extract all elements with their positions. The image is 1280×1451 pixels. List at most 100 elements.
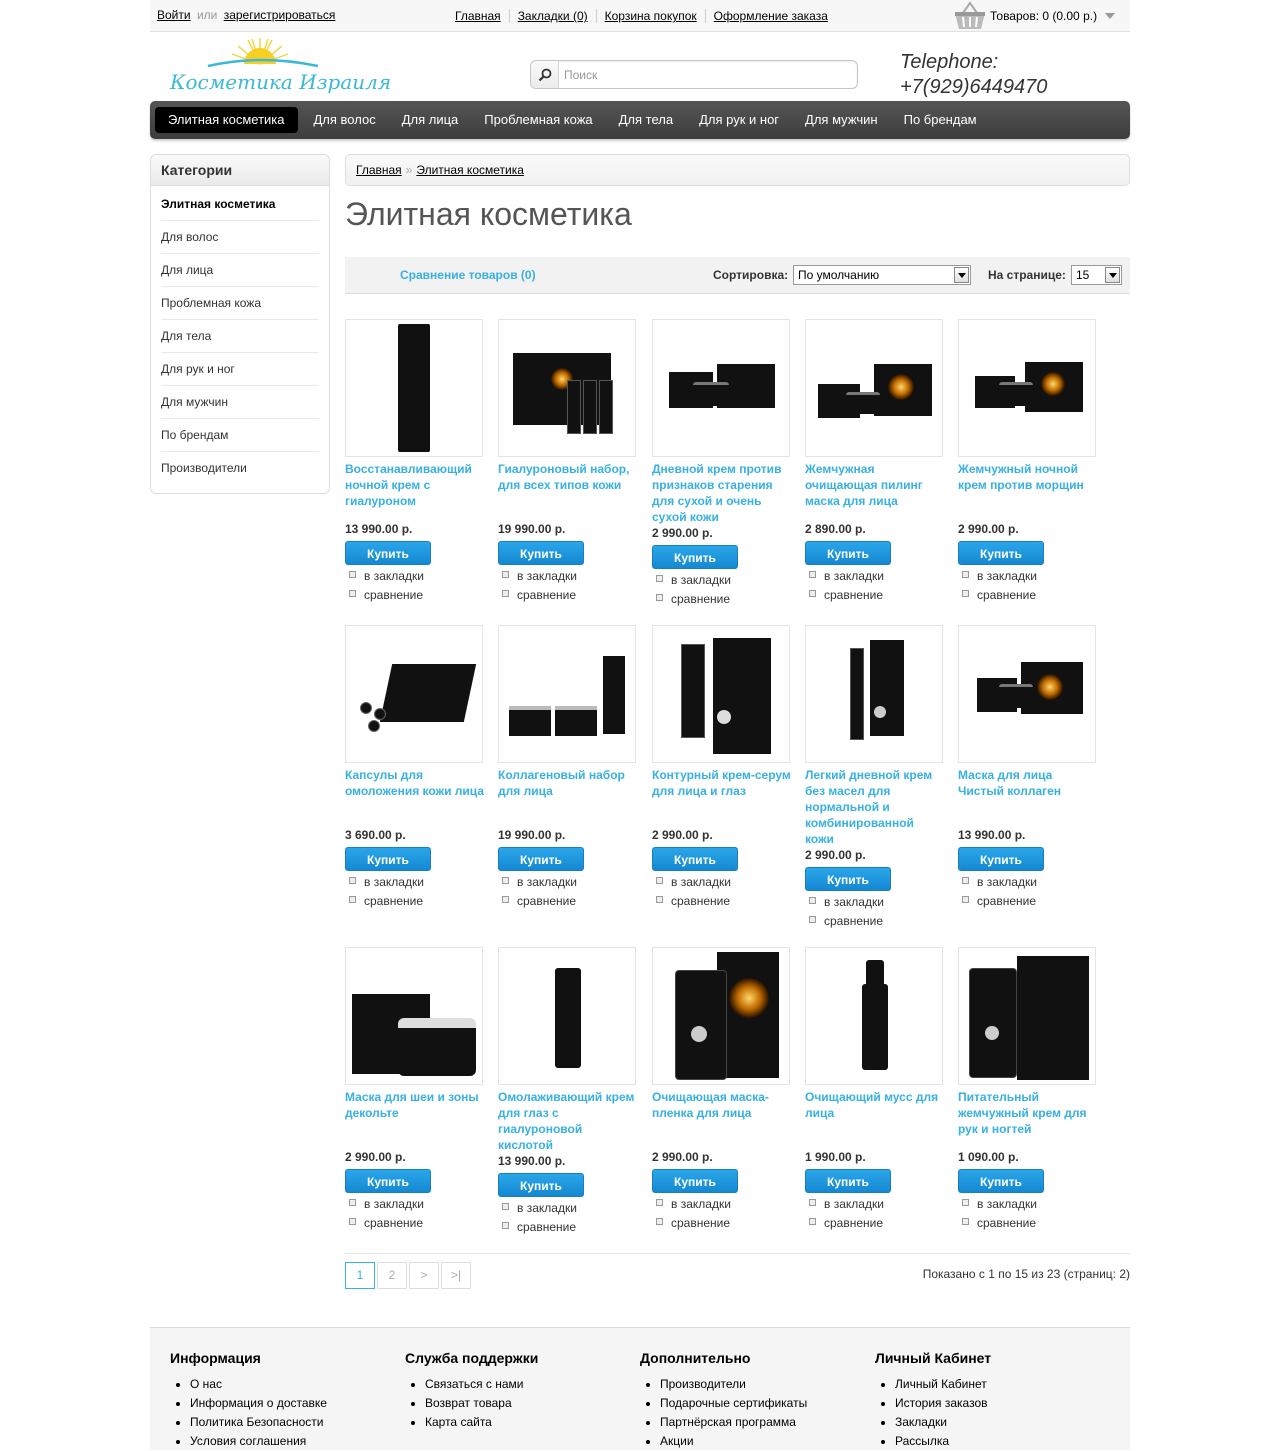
footer-link[interactable]: История заказов (895, 1394, 1095, 1413)
footer-link[interactable]: О нас (190, 1375, 390, 1394)
sort-select[interactable]: По умолчанию (793, 265, 971, 285)
menu-item-hair[interactable]: Для волос (301, 107, 389, 133)
product-name[interactable]: Гиалуроновый набор, для всех типов кожи (498, 461, 638, 493)
product-name[interactable]: Омолаживающий крем для глаз с гиалуронов… (498, 1089, 638, 1153)
buy-button[interactable]: Купить (958, 847, 1044, 871)
product-name[interactable]: Очищающая маска-пленка для лица (652, 1089, 792, 1121)
page-2-button[interactable]: 2 (377, 1262, 407, 1289)
compare-link[interactable]: Сравнение товаров (0) (400, 268, 536, 282)
add-to-compare-link[interactable]: сравнение (349, 894, 423, 908)
sidebar-item-men[interactable]: Для мужчин (161, 386, 319, 419)
add-to-compare-link[interactable]: сравнение (656, 592, 730, 606)
sidebar-item-manufacturers[interactable]: Производители (161, 452, 319, 485)
footer-link[interactable]: Связаться с нами (425, 1375, 625, 1394)
cart-widget[interactable]: Товаров: 0 (0.00 р.) (952, 0, 1116, 32)
product-image[interactable] (652, 319, 790, 457)
product-image[interactable] (345, 947, 483, 1085)
sidebar-item-problem-skin[interactable]: Проблемная кожа (161, 287, 319, 320)
search-button[interactable] (531, 61, 559, 88)
product-image[interactable] (498, 319, 636, 457)
footer-link[interactable]: Политика Безопасности (190, 1413, 390, 1432)
sidebar-item-face[interactable]: Для лица (161, 254, 319, 287)
breadcrumb-current[interactable]: Элитная косметика (416, 163, 524, 177)
add-to-compare-link[interactable]: сравнение (809, 914, 883, 928)
buy-button[interactable]: Купить (805, 541, 891, 565)
checkout-link[interactable]: Оформление заказа (704, 9, 836, 23)
product-name[interactable]: Дневной крем против признаков старения д… (652, 461, 792, 525)
menu-item-body[interactable]: Для тела (606, 107, 686, 133)
footer-link[interactable]: Личный Кабинет (895, 1375, 1095, 1394)
add-to-compare-link[interactable]: сравнение (656, 1216, 730, 1230)
buy-button[interactable]: Купить (345, 1169, 431, 1193)
product-image[interactable] (345, 625, 483, 763)
add-to-compare-link[interactable]: сравнение (962, 588, 1036, 602)
product-image[interactable] (805, 625, 943, 763)
register-link[interactable]: зарегистрироваться (224, 8, 336, 22)
footer-link[interactable]: Закладки (895, 1413, 1095, 1432)
product-name[interactable]: Жемчужный ночной крем против морщин (958, 461, 1098, 493)
product-name[interactable]: Маска для лица Чистый коллаген (958, 767, 1098, 799)
sidebar-item-hair[interactable]: Для волос (161, 221, 319, 254)
add-to-compare-link[interactable]: сравнение (962, 1216, 1036, 1230)
product-name[interactable]: Очищающий мусс для лица (805, 1089, 945, 1121)
product-name[interactable]: Коллагеновый набор для лица (498, 767, 638, 799)
add-to-wishlist-link[interactable]: в закладки (656, 1197, 731, 1211)
buy-button[interactable]: Купить (805, 867, 891, 891)
add-to-wishlist-link[interactable]: в закладки (809, 1197, 884, 1211)
add-to-compare-link[interactable]: сравнение (349, 588, 423, 602)
product-name[interactable]: Жемчужная очищающая пилинг маска для лиц… (805, 461, 945, 509)
buy-button[interactable]: Купить (498, 1173, 584, 1197)
footer-link[interactable]: Подарочные сертификаты (660, 1394, 860, 1413)
buy-button[interactable]: Купить (652, 847, 738, 871)
product-image[interactable] (805, 319, 943, 457)
sidebar-item-brands[interactable]: По брендам (161, 419, 319, 452)
add-to-wishlist-link[interactable]: в закладки (809, 895, 884, 909)
product-name[interactable]: Маска для шеи и зоны декольте (345, 1089, 485, 1121)
buy-button[interactable]: Купить (652, 1169, 738, 1193)
menu-item-face[interactable]: Для лица (389, 107, 472, 133)
product-image[interactable] (958, 625, 1096, 763)
cart-link[interactable]: Корзина покупок (595, 9, 705, 23)
add-to-compare-link[interactable]: сравнение (502, 588, 576, 602)
product-image[interactable] (958, 947, 1096, 1085)
footer-link[interactable]: Рассылка (895, 1432, 1095, 1451)
menu-item-elite[interactable]: Элитная косметика (155, 107, 298, 133)
sidebar-item-elite[interactable]: Элитная косметика (161, 188, 319, 221)
product-image[interactable] (498, 947, 636, 1085)
footer-link[interactable]: Акции (660, 1432, 860, 1451)
product-name[interactable]: Питательный жемчужный крем для рук и ног… (958, 1089, 1098, 1137)
footer-link[interactable]: Информация о доставке (190, 1394, 390, 1413)
buy-button[interactable]: Купить (958, 1169, 1044, 1193)
footer-link[interactable]: Производители (660, 1375, 860, 1394)
add-to-wishlist-link[interactable]: в закладки (502, 1201, 577, 1215)
add-to-compare-link[interactable]: сравнение (809, 1216, 883, 1230)
product-image[interactable] (498, 625, 636, 763)
add-to-wishlist-link[interactable]: в закладки (349, 569, 424, 583)
sidebar-item-body[interactable]: Для тела (161, 320, 319, 353)
buy-button[interactable]: Купить (498, 847, 584, 871)
product-image[interactable] (958, 319, 1096, 457)
buy-button[interactable]: Купить (652, 545, 738, 569)
add-to-wishlist-link[interactable]: в закладки (962, 875, 1037, 889)
product-name[interactable]: Капсулы для омоложения кожи лица (345, 767, 485, 799)
footer-link[interactable]: Возврат товара (425, 1394, 625, 1413)
product-image[interactable] (652, 947, 790, 1085)
footer-link[interactable]: Партнёрская программа (660, 1413, 860, 1432)
product-name[interactable]: Контурный крем-серум для лица и глаз (652, 767, 792, 799)
buy-button[interactable]: Купить (345, 847, 431, 871)
add-to-wishlist-link[interactable]: в закладки (656, 875, 731, 889)
search-input[interactable] (564, 65, 844, 84)
next-page-button[interactable]: > (409, 1262, 439, 1289)
menu-item-brands[interactable]: По брендам (891, 107, 990, 133)
site-logo[interactable]: Косметика Израиля (168, 36, 391, 98)
breadcrumb-home[interactable]: Главная (356, 163, 402, 177)
product-image[interactable] (805, 947, 943, 1085)
product-image[interactable] (652, 625, 790, 763)
product-name[interactable]: Восстанавливающий ночной крем с гиалурон… (345, 461, 485, 509)
add-to-compare-link[interactable]: сравнение (809, 588, 883, 602)
chevron-down-icon[interactable] (1105, 13, 1116, 19)
add-to-compare-link[interactable]: сравнение (962, 894, 1036, 908)
add-to-wishlist-link[interactable]: в закладки (349, 875, 424, 889)
sidebar-item-hands-feet[interactable]: Для рук и ног (161, 353, 319, 386)
product-name[interactable]: Легкий дневной крем без масел для нормал… (805, 767, 945, 847)
